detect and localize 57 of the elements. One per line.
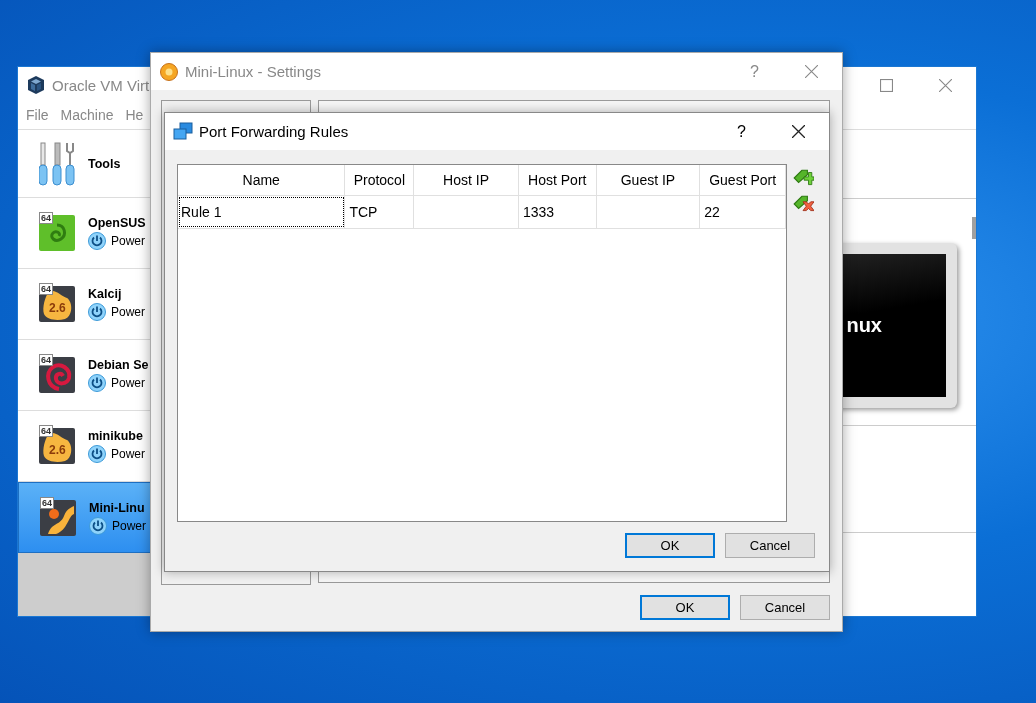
column-header[interactable]: Protocol [345, 165, 415, 196]
table-cell: TCP [345, 196, 415, 228]
machine-name: Debian Se [88, 358, 149, 372]
table-cell: 22 [700, 196, 786, 228]
machine-state: Power [111, 447, 145, 461]
machine-state: Power [111, 305, 145, 319]
menu-item[interactable]: File [26, 107, 49, 123]
bit-badge: 64 [40, 496, 54, 509]
power-icon [88, 232, 106, 250]
gear-icon [159, 61, 179, 82]
dialog-button[interactable]: OK [625, 533, 715, 558]
blob-logo-icon [39, 286, 75, 322]
close-icon[interactable] [792, 125, 805, 138]
network-icon [173, 121, 193, 142]
maximize-icon[interactable] [880, 78, 893, 92]
table-cell: 1333 [518, 196, 597, 228]
power-icon [89, 516, 107, 535]
machine-name: Mini-Linu [89, 500, 146, 515]
preview-text: nux [846, 314, 882, 337]
bit-badge: 64 [39, 354, 53, 366]
power-icon [88, 374, 106, 392]
dialog-title: Port Forwarding Rules [199, 123, 349, 140]
version-label: 2.6 [49, 443, 66, 457]
power-icon [88, 445, 106, 463]
tools-label[interactable]: Tools [88, 156, 121, 171]
menu-item[interactable]: Machine [60, 107, 114, 123]
scrollbar-thumb[interactable] [972, 217, 976, 239]
swirl-logo-icon [39, 357, 75, 393]
help-button[interactable]: ? [737, 122, 746, 141]
machine-name: Kalcij [88, 287, 123, 301]
bit-badge: 64 [39, 283, 53, 295]
menu-item[interactable]: He [125, 107, 144, 123]
table-cell: Rule 1 [178, 196, 346, 228]
dialog-button[interactable]: Cancel [740, 595, 830, 620]
window-title: Oracle VM Virt [52, 76, 150, 94]
curve-logo-icon [40, 499, 76, 536]
cube-icon [26, 75, 46, 95]
column-header[interactable]: Guest Port [700, 165, 786, 196]
bit-badge: 64 [39, 212, 53, 224]
blob-logo-icon [39, 428, 75, 464]
version-label: 2.6 [49, 301, 66, 315]
column-header[interactable]: Host IP [414, 165, 519, 196]
column-header[interactable]: Guest IP [596, 165, 701, 196]
window-title: Mini-Linux - Settings [185, 63, 321, 80]
machine-state: Power [112, 518, 146, 533]
spiral-logo-icon [39, 215, 75, 251]
power-icon [88, 303, 106, 321]
machine-name: OpenSUS [88, 216, 146, 230]
machine-state: Power [111, 376, 145, 390]
column-header[interactable]: Name [178, 165, 346, 196]
tools-icon [39, 140, 75, 187]
dialog-button[interactable]: Cancel [725, 533, 815, 558]
column-header[interactable]: Host Port [518, 165, 597, 196]
dialog-button[interactable]: OK [640, 595, 730, 620]
machine-state: Power [111, 234, 145, 248]
machine-name: minikube [88, 429, 144, 443]
bit-badge: 64 [39, 425, 53, 437]
